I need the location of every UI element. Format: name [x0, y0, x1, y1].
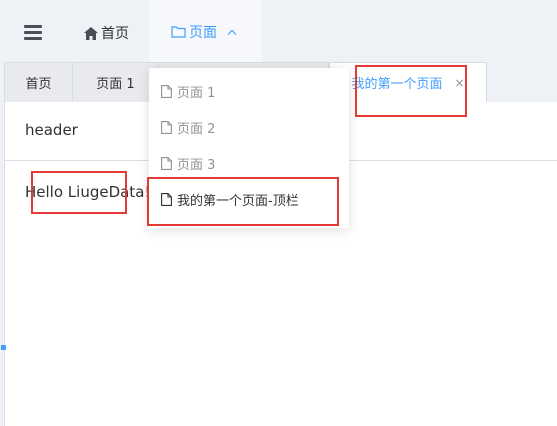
- menu-icon[interactable]: [24, 25, 42, 41]
- panel-body-text: Hello LiugeData!: [25, 183, 151, 201]
- dropdown-item-page-2[interactable]: 页面 2: [149, 109, 349, 145]
- panel-header-text: header: [25, 121, 78, 139]
- nav-home-label: 首页: [101, 26, 129, 42]
- nav-item-pages[interactable]: 页面: [149, 0, 262, 63]
- tab-home[interactable]: 首页: [4, 62, 73, 102]
- document-icon: [161, 120, 172, 134]
- nav-item-home[interactable]: 首页: [84, 19, 129, 47]
- document-icon: [161, 84, 172, 98]
- tab-label: 首页: [25, 77, 52, 92]
- dropdown-item-my-first-page-topbar[interactable]: 我的第一个页面-顶栏: [149, 181, 349, 217]
- folder-icon: [171, 26, 186, 38]
- tab-page-1[interactable]: 页面 1: [73, 62, 159, 102]
- top-navbar: 首页 页面: [0, 0, 557, 63]
- tab-my-first-page[interactable]: 我的第一个页面 ×: [329, 62, 487, 102]
- dropdown-item-label: 页面 1: [177, 85, 216, 101]
- dropdown-item-page-3[interactable]: 页面 3: [149, 145, 349, 181]
- dropdown-item-label: 页面 2: [177, 121, 216, 137]
- close-icon[interactable]: ×: [454, 76, 464, 90]
- nav-pages-label: 页面: [189, 24, 217, 41]
- edge-marker-icon: ▪: [0, 342, 7, 353]
- chevron-up-icon: [227, 29, 237, 35]
- dropdown-item-page-1[interactable]: 页面 1: [149, 73, 349, 109]
- dropdown-item-label: 我的第一个页面-顶栏: [177, 193, 299, 209]
- document-icon: [161, 192, 172, 206]
- document-icon: [161, 156, 172, 170]
- tab-label: 页面 1: [96, 77, 135, 92]
- pages-dropdown-menu: 页面 1 页面 2 页面 3 我的第一个页面-顶栏: [149, 68, 349, 228]
- dropdown-item-label: 页面 3: [177, 157, 216, 173]
- tab-label: 我的第一个页面: [351, 77, 443, 92]
- home-icon: [84, 26, 98, 40]
